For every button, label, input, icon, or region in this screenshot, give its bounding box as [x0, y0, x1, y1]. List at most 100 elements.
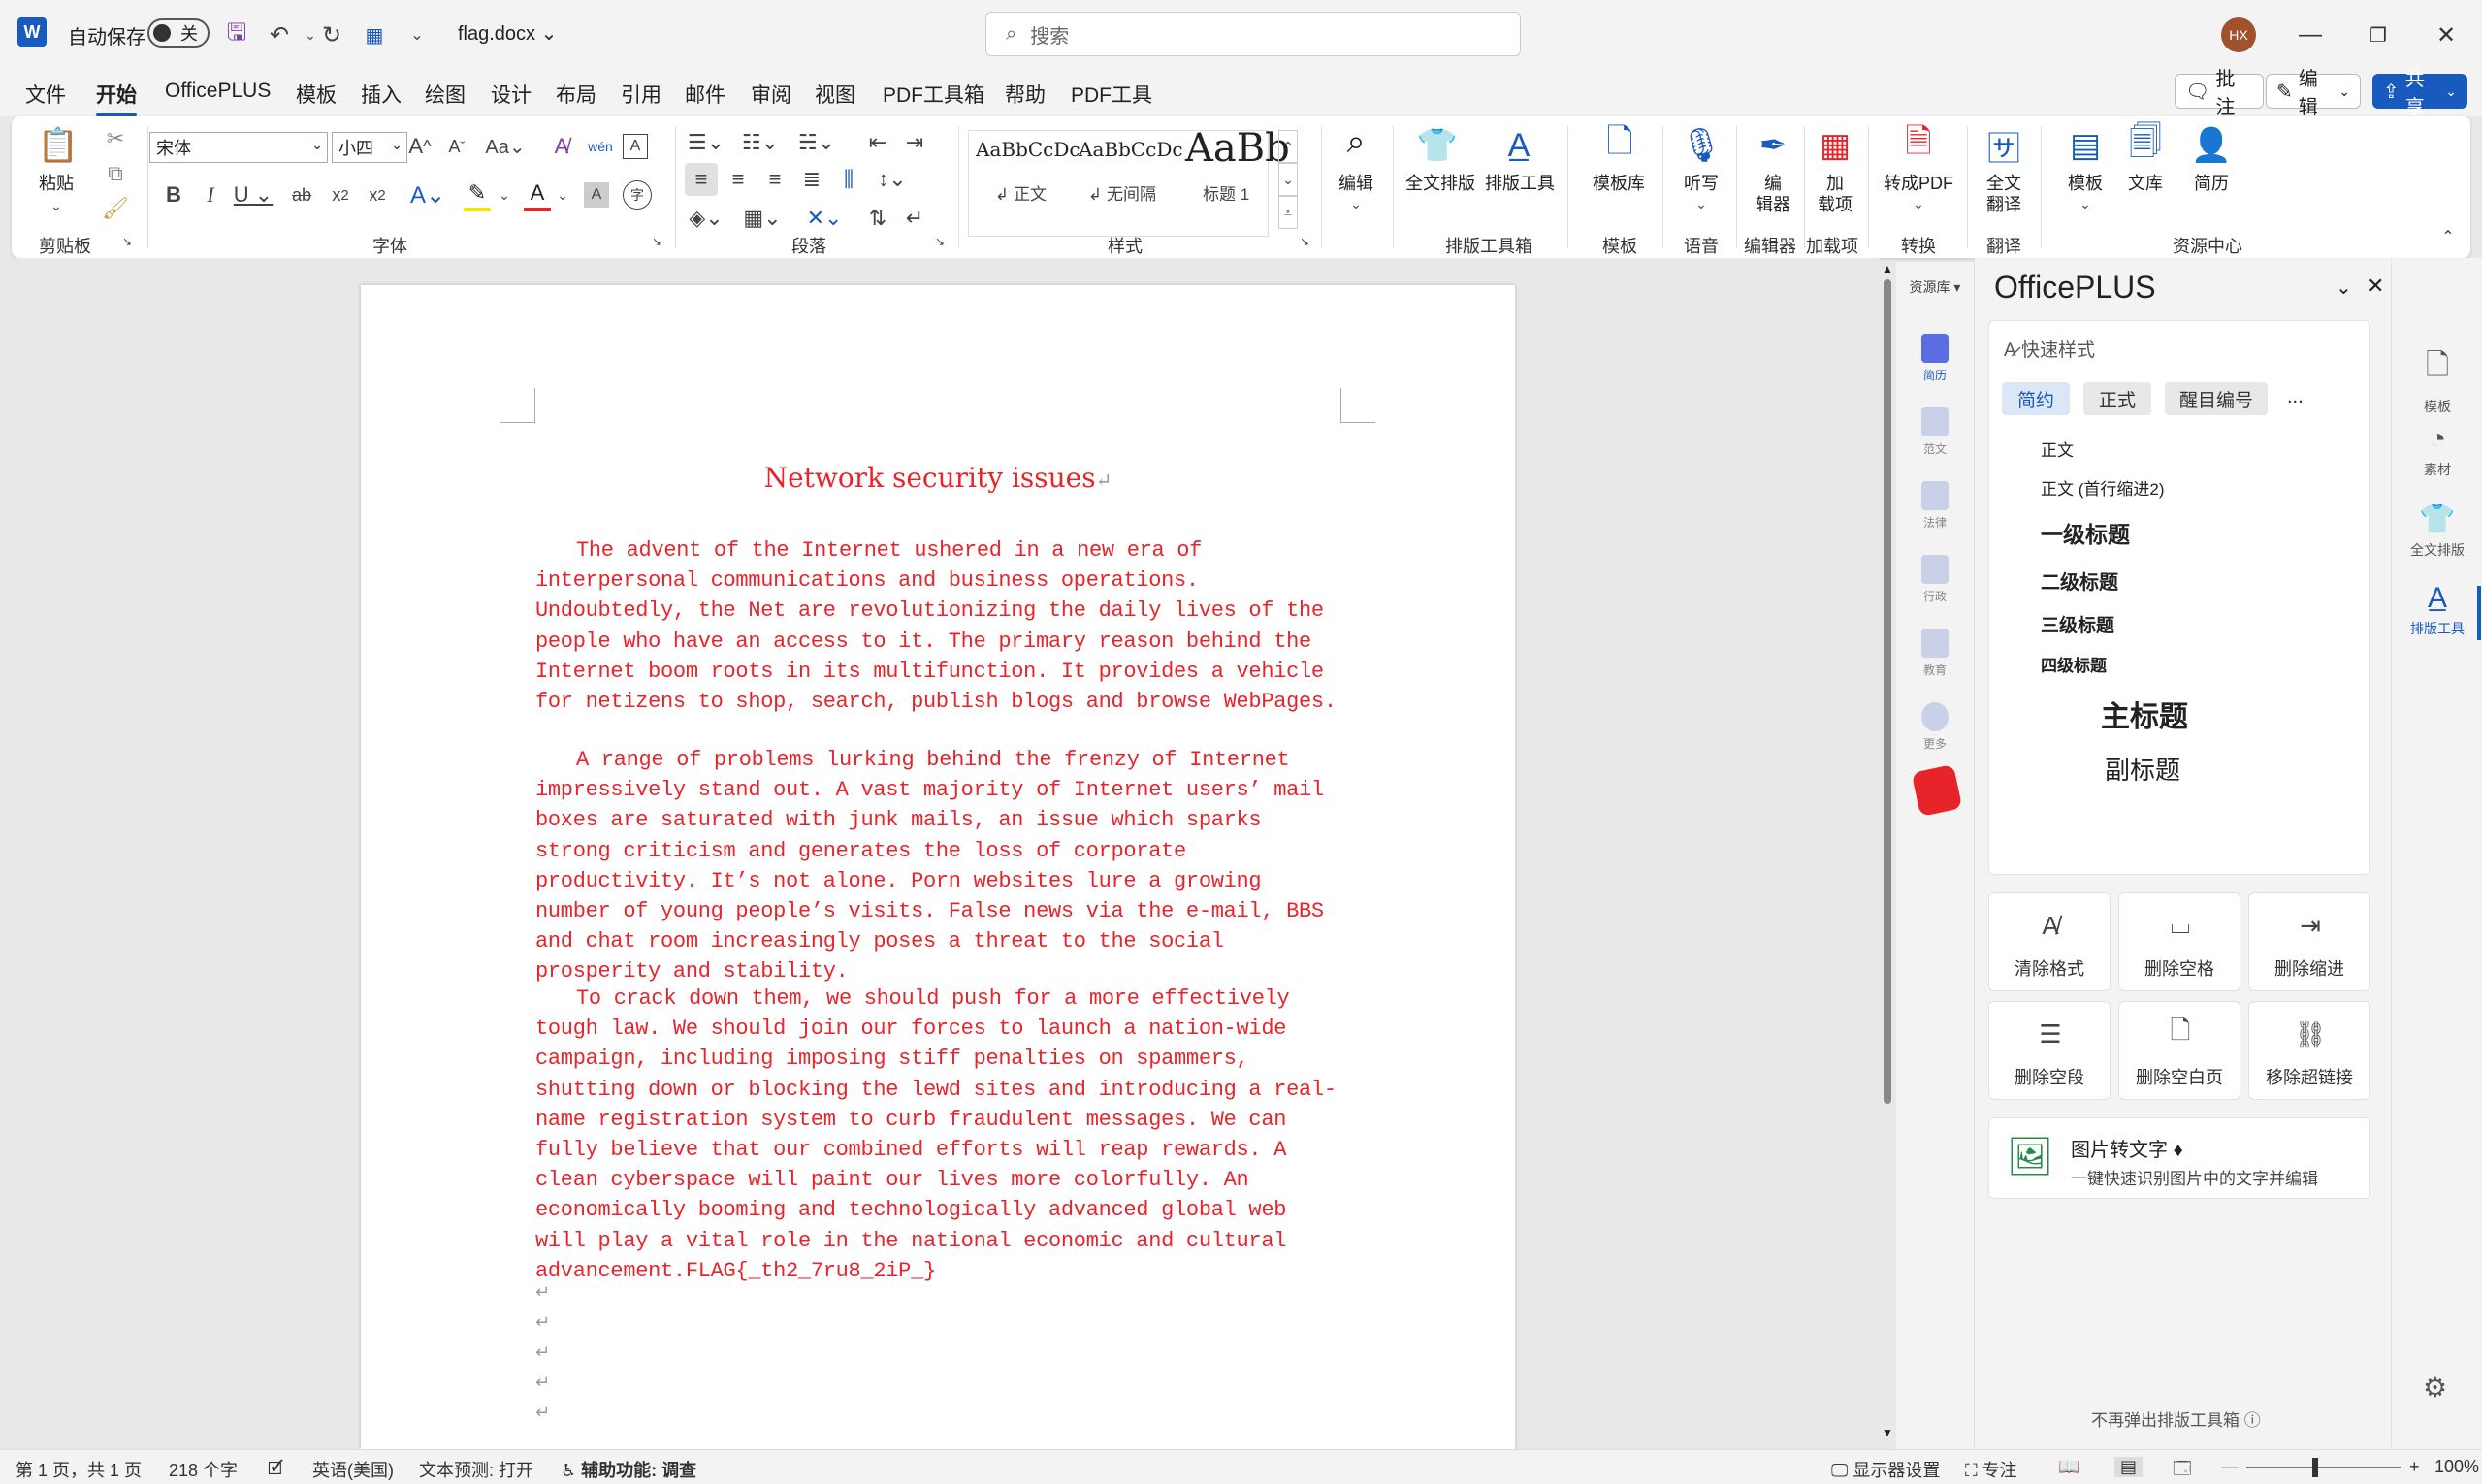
clear-formatting-icon[interactable]: A̸ — [545, 130, 578, 163]
image-to-text-card[interactable]: 🖼 图片转文字 ♦ 一键快速识别图片中的文字并编辑 — [1988, 1117, 2370, 1199]
edit-button-label[interactable]: 编辑 — [1333, 173, 1379, 194]
style-heading1-sample[interactable]: AaBb — [1185, 126, 1290, 171]
comments-button[interactable]: 🗨 批注 — [2175, 69, 2264, 118]
restore-icon[interactable]: ❐ — [2357, 14, 2400, 56]
collapse-ribbon-icon[interactable]: ⌃ — [2436, 227, 2460, 246]
scroll-up-icon[interactable]: ▲ — [1882, 262, 1893, 275]
resource-resume[interactable]: 简历 — [1896, 334, 1974, 383]
tab-officeplus[interactable]: OfficePLUS — [165, 80, 271, 103]
document-paragraph[interactable]: To crack down them, we should push for a… — [535, 984, 1338, 1286]
grow-font-icon[interactable]: A ^ — [403, 130, 436, 163]
display-settings-button[interactable]: 🖵 显示器设置 — [1831, 1457, 1940, 1482]
character-border-icon[interactable]: A — [623, 134, 648, 159]
addins-button-label[interactable]: 加载项 — [1812, 173, 1858, 215]
quick-style-heading1[interactable]: 一级标题 — [2041, 516, 2130, 549]
dictate-dropdown-icon[interactable]: ⌄ — [1692, 196, 1711, 212]
tab-view[interactable]: 视图 — [815, 80, 855, 109]
template-dropdown-icon[interactable]: ⌄ — [2076, 196, 2095, 212]
resource-library-header[interactable]: 资源库 ▾ — [1896, 277, 1974, 297]
italic-icon[interactable]: I — [196, 178, 225, 211]
zoom-slider[interactable] — [2246, 1467, 2401, 1468]
layout-tool-icon[interactable]: A̲ — [1496, 122, 1542, 169]
font-color-dropdown-icon[interactable]: ⌄ — [553, 178, 572, 211]
document-paragraph[interactable]: A range of problems lurking behind the f… — [535, 745, 1338, 987]
zoom-in-icon[interactable]: + — [2409, 1457, 2420, 1477]
tab-template[interactable]: 模板 — [296, 80, 337, 109]
red-envelope-icon[interactable] — [1911, 763, 1963, 818]
phonetic-guide-icon[interactable]: wén — [584, 130, 617, 163]
tab-mailings[interactable]: 邮件 — [685, 80, 725, 109]
style-heading1-name[interactable]: 标题 1 — [1203, 180, 1249, 205]
tab-draw[interactable]: 绘图 — [425, 80, 466, 109]
status-page[interactable]: 第 1 页，共 1 页 — [16, 1457, 142, 1482]
resource-more[interactable]: 更多 — [1896, 702, 1974, 752]
tab-pdf-toolbox[interactable]: PDF工具箱 — [883, 80, 984, 109]
tab-home[interactable]: 开始 — [96, 80, 137, 116]
quick-style-more[interactable]: ... — [2287, 386, 2304, 408]
highlight-dropdown-icon[interactable]: ⌄ — [495, 178, 514, 211]
paste-button-label[interactable]: 粘贴 — [39, 173, 74, 194]
customize-toolbar-icon[interactable]: ⌄ — [398, 16, 436, 54]
redo-icon[interactable]: ↻ — [312, 16, 351, 54]
translate-icon[interactable]: 🈂 — [1981, 122, 2027, 169]
paragraph-launcher-icon[interactable]: ↘ — [935, 235, 945, 248]
increase-indent-icon[interactable]: ⇥ — [898, 126, 931, 159]
document-page[interactable]: Network security issues↵ The advent of t… — [361, 285, 1515, 1449]
quick-style-subtitle[interactable]: 副标题 — [2105, 751, 2180, 787]
editor-pen-icon[interactable]: ✒ — [1750, 122, 1796, 169]
tab-references[interactable]: 引用 — [621, 80, 661, 109]
shrink-font-icon[interactable]: Aˇ — [440, 130, 473, 163]
proofing-icon[interactable]: 🗹 — [268, 1457, 283, 1484]
bold-icon[interactable]: B — [159, 178, 188, 211]
borders-icon[interactable]: ▦⌄ — [741, 202, 784, 235]
line-spacing-icon[interactable]: ↕⌄ — [871, 163, 914, 196]
rail-full-layout[interactable]: 👕 全文排版 — [2392, 502, 2482, 560]
quick-style-tab-formal[interactable]: 正式 — [2083, 382, 2151, 415]
character-shading-icon[interactable]: A — [584, 182, 609, 208]
template-icon[interactable]: ▤ — [2062, 122, 2109, 169]
quick-access-icon[interactable]: ▦ — [355, 16, 394, 54]
template-library-icon[interactable]: 🗋 — [1596, 122, 1643, 169]
read-mode-icon[interactable]: 📖 — [2058, 1457, 2079, 1477]
layout-tool-button-label[interactable]: 排版工具 — [1484, 173, 1556, 194]
resume-icon[interactable]: 👤 — [2188, 122, 2235, 169]
vertical-scrollbar[interactable]: ▲ ▼ — [1880, 262, 1895, 1443]
tab-insert[interactable]: 插入 — [361, 80, 402, 109]
tab-layout[interactable]: 布局 — [556, 80, 596, 109]
status-language[interactable]: 英语(美国) — [312, 1457, 394, 1482]
strikethrough-icon[interactable]: ab — [285, 178, 318, 211]
document-paragraph[interactable]: The advent of the Internet ushered in a … — [535, 535, 1338, 717]
full-layout-button-label[interactable]: 全文排版 — [1404, 173, 1476, 194]
highlight-icon[interactable]: ✎ — [464, 178, 491, 211]
multilevel-list-icon[interactable]: ☵⌄ — [795, 126, 838, 159]
resume-button-label[interactable]: 简历 — [2188, 173, 2235, 194]
close-window-icon[interactable]: ✕ — [2425, 14, 2467, 56]
rail-materials[interactable]: ◔ 素材 — [2392, 423, 2482, 479]
find-icon[interactable]: ⌕ — [1333, 118, 1379, 165]
addins-icon[interactable]: ▦ — [1812, 122, 1858, 169]
resource-law[interactable]: 法律 — [1896, 481, 1974, 531]
panel-options-icon[interactable]: ⌄ — [2336, 275, 2352, 300]
sort-icon[interactable]: ⇅ — [861, 202, 894, 235]
styles-more-icon[interactable]: ⩡ — [1278, 196, 1298, 229]
align-right-icon[interactable]: ≡ — [758, 163, 791, 196]
status-text-prediction[interactable]: 文本预测: 打开 — [419, 1457, 533, 1482]
shading-icon[interactable]: ◈⌄ — [685, 202, 727, 235]
quick-style-tab-simple[interactable]: 简约 — [2002, 382, 2070, 415]
rail-layout-tool[interactable]: A̲ 排版工具 — [2392, 582, 2482, 638]
remove-indent-button[interactable]: ⇥ 删除缩进 — [2248, 892, 2370, 991]
dictate-button-label[interactable]: 听写 — [1678, 173, 1725, 194]
to-pdf-dropdown-icon[interactable]: ⌄ — [1909, 196, 1928, 212]
change-case-icon[interactable]: Aa⌄ — [483, 130, 528, 163]
document-filename[interactable]: flag.docx ⌄ — [458, 21, 557, 46]
quick-style-tab-numbered[interactable]: 醒目编号 — [2165, 382, 2268, 415]
search-input[interactable]: ⌕ 搜索 — [985, 12, 1521, 56]
panel-close-icon[interactable]: ✕ — [2367, 274, 2384, 299]
underline-icon[interactable]: U ⌄ — [231, 178, 275, 211]
styles-launcher-icon[interactable]: ↘ — [1300, 235, 1309, 248]
autosave-toggle[interactable]: 关 — [147, 18, 210, 48]
editor-button-label[interactable]: 编辑器 — [1750, 173, 1796, 215]
align-center-icon[interactable]: ≡ — [722, 163, 755, 196]
style-nospacing-sample[interactable]: AaBbCcDc — [1079, 138, 1183, 161]
status-accessibility[interactable]: ♿ 辅助功能: 调查 — [561, 1457, 696, 1482]
